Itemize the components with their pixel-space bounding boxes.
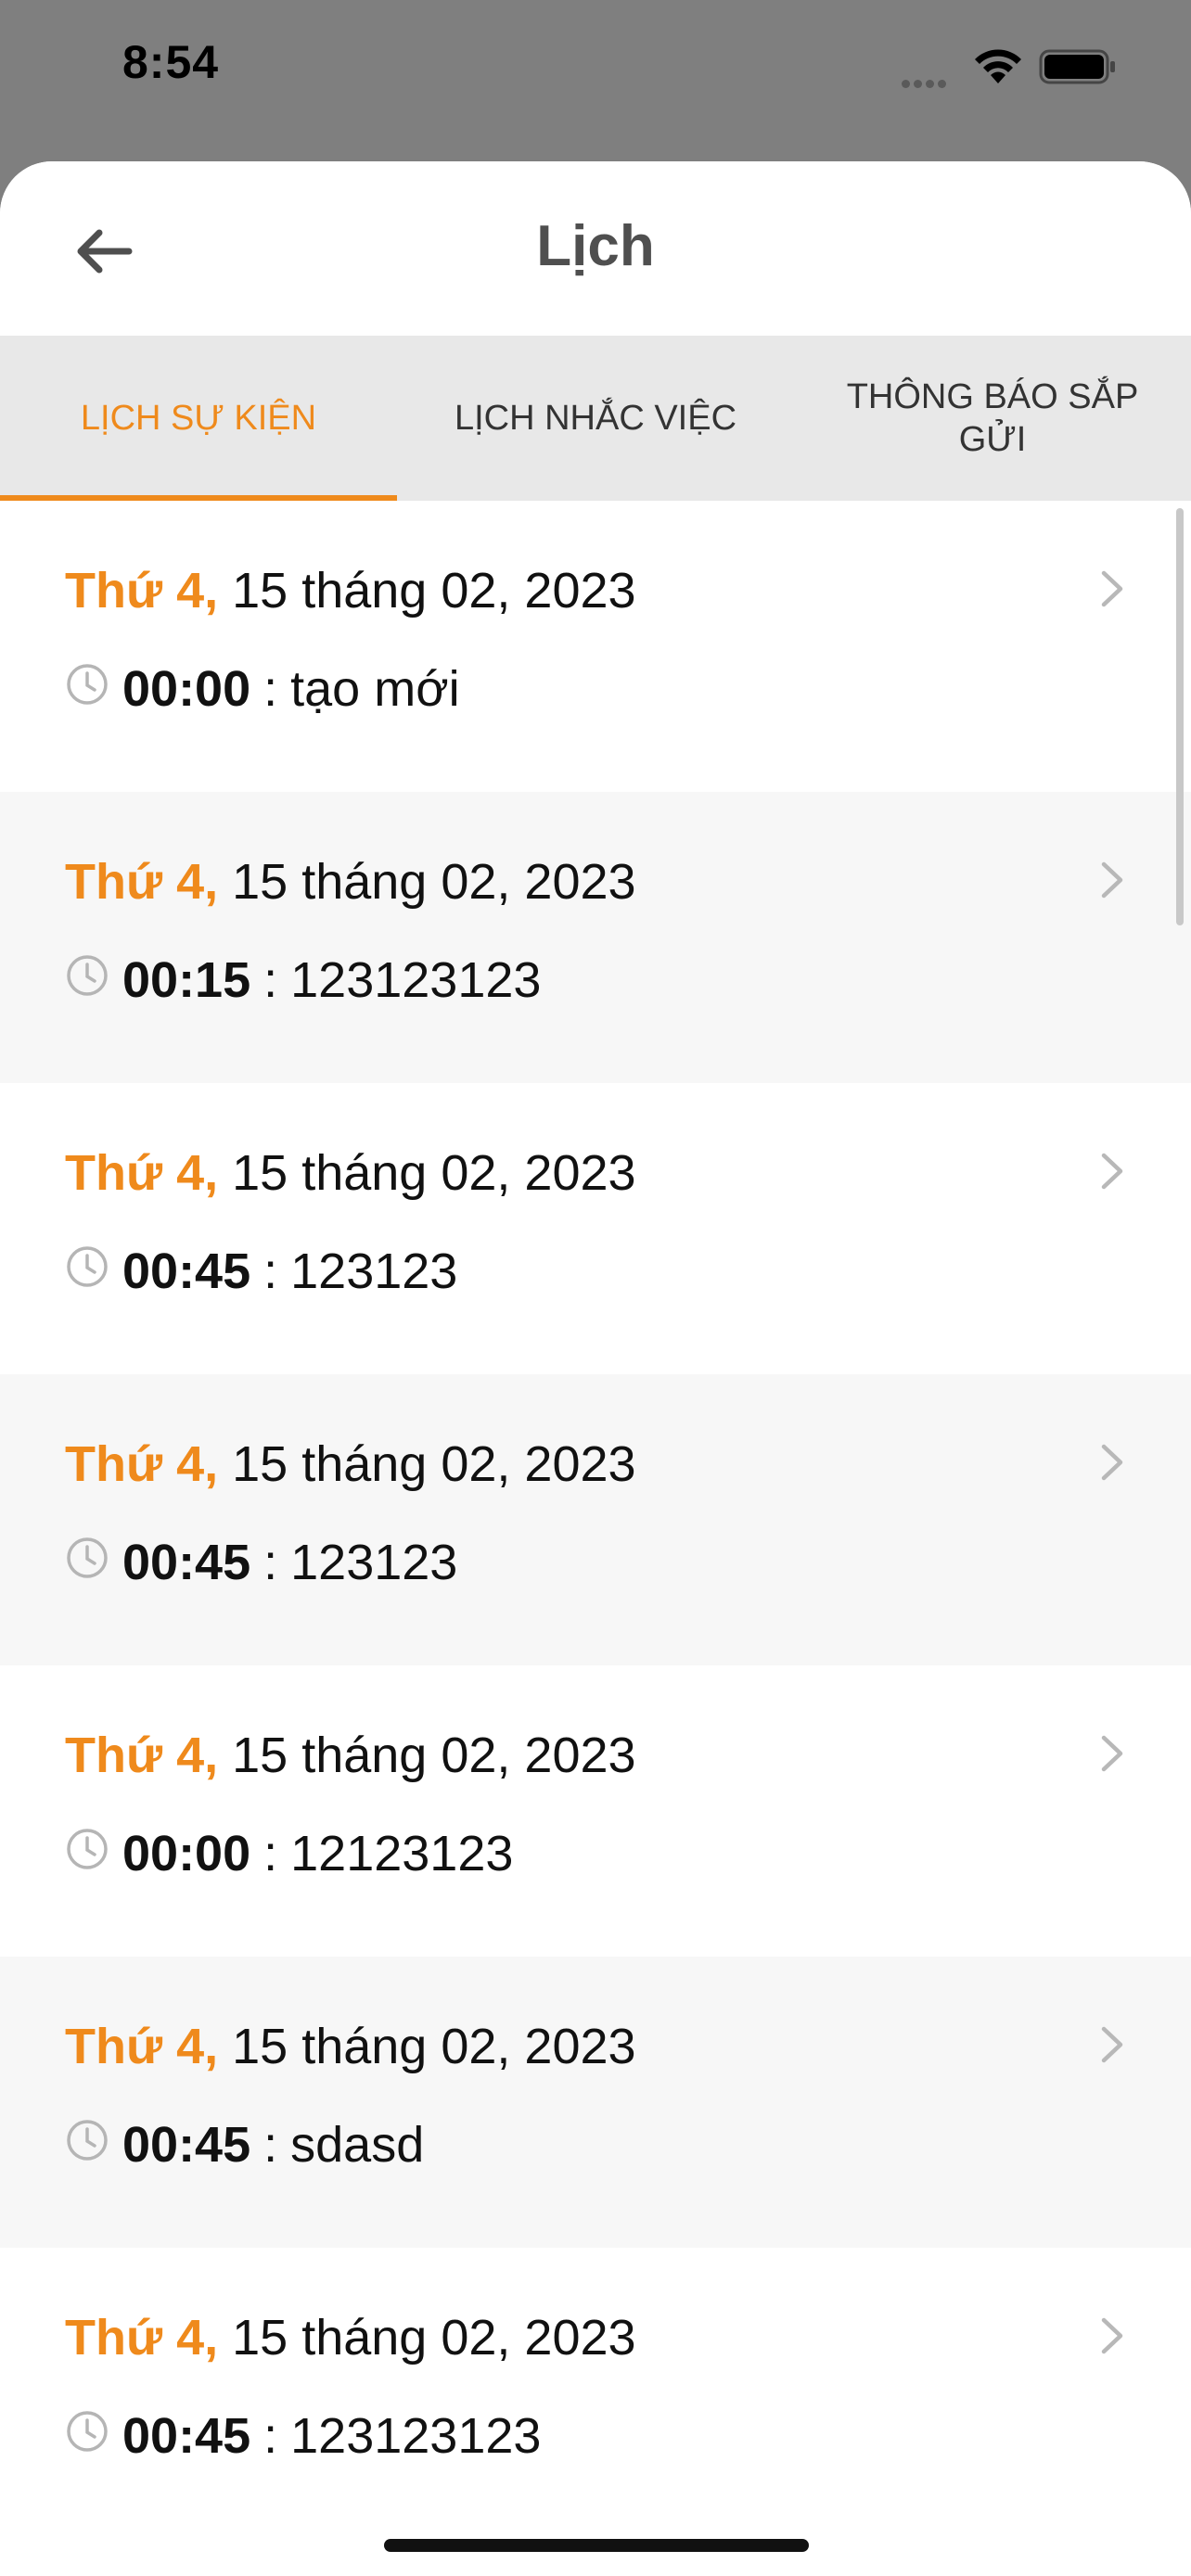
event-separator: : — [263, 661, 278, 717]
event-date: 15 tháng 02, 2023 — [232, 1436, 636, 1492]
status-time: 8:54 — [122, 36, 220, 88]
clock-icon — [67, 664, 108, 705]
event-date-line: Thứ 4, 15 tháng 02, 2023 — [65, 853, 636, 911]
scrollbar[interactable] — [1176, 508, 1184, 925]
chevron-right-icon — [1101, 1153, 1123, 1190]
app-screen: 8:54 Lịch LỊCH SỰ KIỆN LỊCH NHẮC VIỆC TH… — [0, 0, 1191, 2576]
clock-icon — [67, 2120, 108, 2161]
event-time: 00:45 — [122, 2117, 251, 2173]
event-time: 00:00 — [122, 661, 251, 717]
chevron-right-icon — [1101, 1735, 1123, 1772]
event-item[interactable]: Thứ 4, 15 tháng 02, 2023 00:00 : 1212312… — [0, 1665, 1191, 1957]
event-title: 123123 — [290, 1243, 458, 1299]
event-date: 15 tháng 02, 2023 — [232, 563, 636, 618]
event-weekday: Thứ 4, — [65, 1436, 219, 1492]
wifi-icon — [975, 49, 1021, 83]
signal-icon — [902, 76, 957, 88]
event-date-line: Thứ 4, 15 tháng 02, 2023 — [65, 562, 636, 619]
event-weekday: Thứ 4, — [65, 1728, 219, 1783]
event-weekday: Thứ 4, — [65, 854, 219, 910]
event-date: 15 tháng 02, 2023 — [232, 854, 636, 910]
event-item[interactable]: Thứ 4, 15 tháng 02, 2023 00:45 : sdasd — [0, 1957, 1191, 2248]
battery-icon — [1039, 49, 1115, 84]
chevron-right-icon — [1101, 1444, 1123, 1481]
event-item[interactable]: Thứ 4, 15 tháng 02, 2023 00:45 : 123123 — [0, 1083, 1191, 1374]
chevron-right-icon — [1101, 2317, 1123, 2354]
event-weekday: Thứ 4, — [65, 2310, 219, 2366]
event-item[interactable]: Thứ 4, 15 tháng 02, 2023 00:45 : 123123 — [0, 1374, 1191, 1665]
event-date: 15 tháng 02, 2023 — [232, 1728, 636, 1783]
tab-scheduled-notifications[interactable]: THÔNG BÁO SẮP GỬI — [794, 336, 1191, 501]
clock-icon — [67, 2411, 108, 2452]
event-date-line: Thứ 4, 15 tháng 02, 2023 — [65, 2018, 636, 2075]
event-time: 00:45 — [122, 1243, 251, 1299]
status-bar: 8:54 — [0, 0, 1191, 139]
event-time-line: 00:45 : 123123 — [65, 1241, 457, 1302]
event-time-line: 00:15 : 123123123 — [65, 950, 541, 1011]
tab-bar: LỊCH SỰ KIỆN LỊCH NHẮC VIỆC THÔNG BÁO SẮ… — [0, 336, 1191, 501]
event-title: sdasd — [290, 2117, 425, 2173]
tab-event-calendar[interactable]: LỊCH SỰ KIỆN — [0, 336, 397, 501]
event-separator: : — [263, 1243, 278, 1299]
event-title: 123123123 — [290, 952, 542, 1008]
event-item[interactable]: Thứ 4, 15 tháng 02, 2023 00:00 : tạo mới — [0, 501, 1191, 792]
event-time: 00:45 — [122, 2408, 251, 2464]
navigation-bar: Lịch — [0, 161, 1191, 336]
event-date: 15 tháng 02, 2023 — [232, 1145, 636, 1201]
tab-label: LỊCH SỰ KIỆN — [80, 399, 317, 438]
event-date: 15 tháng 02, 2023 — [232, 2019, 636, 2074]
event-weekday: Thứ 4, — [65, 563, 219, 618]
event-title: 123123123 — [290, 2408, 542, 2464]
event-separator: : — [263, 952, 278, 1008]
event-item[interactable]: Thứ 4, 15 tháng 02, 2023 00:15 : 1231231… — [0, 792, 1191, 1083]
event-time-line: 00:45 : 123123123 — [65, 2405, 541, 2467]
event-title: 123123 — [290, 1535, 458, 1590]
tab-label: THÔNG BÁO SẮP GỬI — [846, 377, 1139, 459]
home-indicator[interactable] — [384, 2539, 809, 2552]
event-title: 12123123 — [290, 1826, 514, 1881]
clock-icon — [67, 1246, 108, 1287]
event-separator: : — [263, 1535, 278, 1590]
event-date-line: Thứ 4, 15 tháng 02, 2023 — [65, 1435, 636, 1493]
event-separator: : — [263, 2117, 278, 2173]
event-date-line: Thứ 4, 15 tháng 02, 2023 — [65, 1144, 636, 1202]
event-separator: : — [263, 1826, 278, 1881]
event-time: 00:00 — [122, 1826, 251, 1881]
event-title: tạo mới — [290, 661, 460, 717]
event-date: 15 tháng 02, 2023 — [232, 2310, 636, 2366]
event-date-line: Thứ 4, 15 tháng 02, 2023 — [65, 1727, 636, 1784]
tab-reminder-calendar[interactable]: LỊCH NHẮC VIỆC — [397, 336, 794, 501]
event-date-line: Thứ 4, 15 tháng 02, 2023 — [65, 2309, 636, 2366]
tab-label: LỊCH NHẮC VIỆC — [454, 399, 737, 438]
event-list: Thứ 4, 15 tháng 02, 2023 00:00 : tạo mới… — [0, 501, 1191, 2539]
event-time-line: 00:45 : sdasd — [65, 2114, 424, 2175]
clock-icon — [67, 1537, 108, 1578]
clock-icon — [67, 1829, 108, 1869]
event-weekday: Thứ 4, — [65, 2019, 219, 2074]
event-weekday: Thứ 4, — [65, 1145, 219, 1201]
event-time-line: 00:00 : 12123123 — [65, 1823, 513, 1884]
chevron-right-icon — [1101, 2026, 1123, 2063]
chevron-right-icon — [1101, 861, 1123, 899]
event-separator: : — [263, 2408, 278, 2464]
clock-icon — [67, 955, 108, 996]
calendar-sheet: Lịch LỊCH SỰ KIỆN LỊCH NHẮC VIỆC THÔNG B… — [0, 161, 1191, 2576]
event-time: 00:15 — [122, 952, 251, 1008]
chevron-right-icon — [1101, 570, 1123, 607]
event-time: 00:45 — [122, 1535, 251, 1590]
page-title: Lịch — [536, 214, 655, 278]
event-item[interactable]: Thứ 4, 15 tháng 02, 2023 00:45 : 1231231… — [0, 2248, 1191, 2539]
event-time-line: 00:00 : tạo mới — [65, 658, 460, 720]
event-time-line: 00:45 : 123123 — [65, 1532, 457, 1593]
